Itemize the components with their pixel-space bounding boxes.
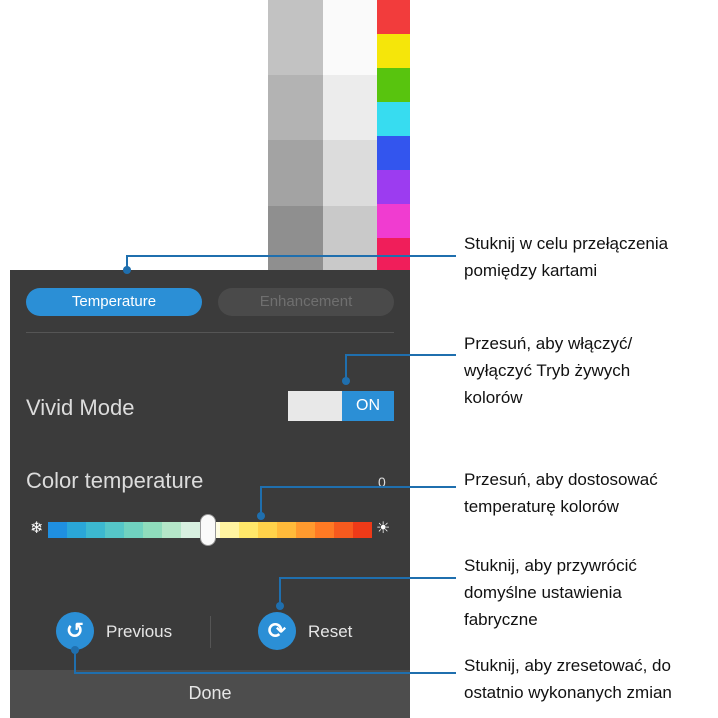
callout-toggle: Przesuń, aby włączyć/ wyłączyć Tryb żywy… [464,334,633,407]
callout-slider: Przesuń, aby dostosować temperaturę kolo… [464,470,658,516]
callout-reset: Stuknij, aby przywrócić domyślne ustawie… [464,556,637,629]
callout-previous: Stuknij, aby zresetować, do ostatnio wyk… [464,656,672,702]
callout-tabs: Stuknij w celu przełączenia pomiędzy kar… [464,234,669,280]
